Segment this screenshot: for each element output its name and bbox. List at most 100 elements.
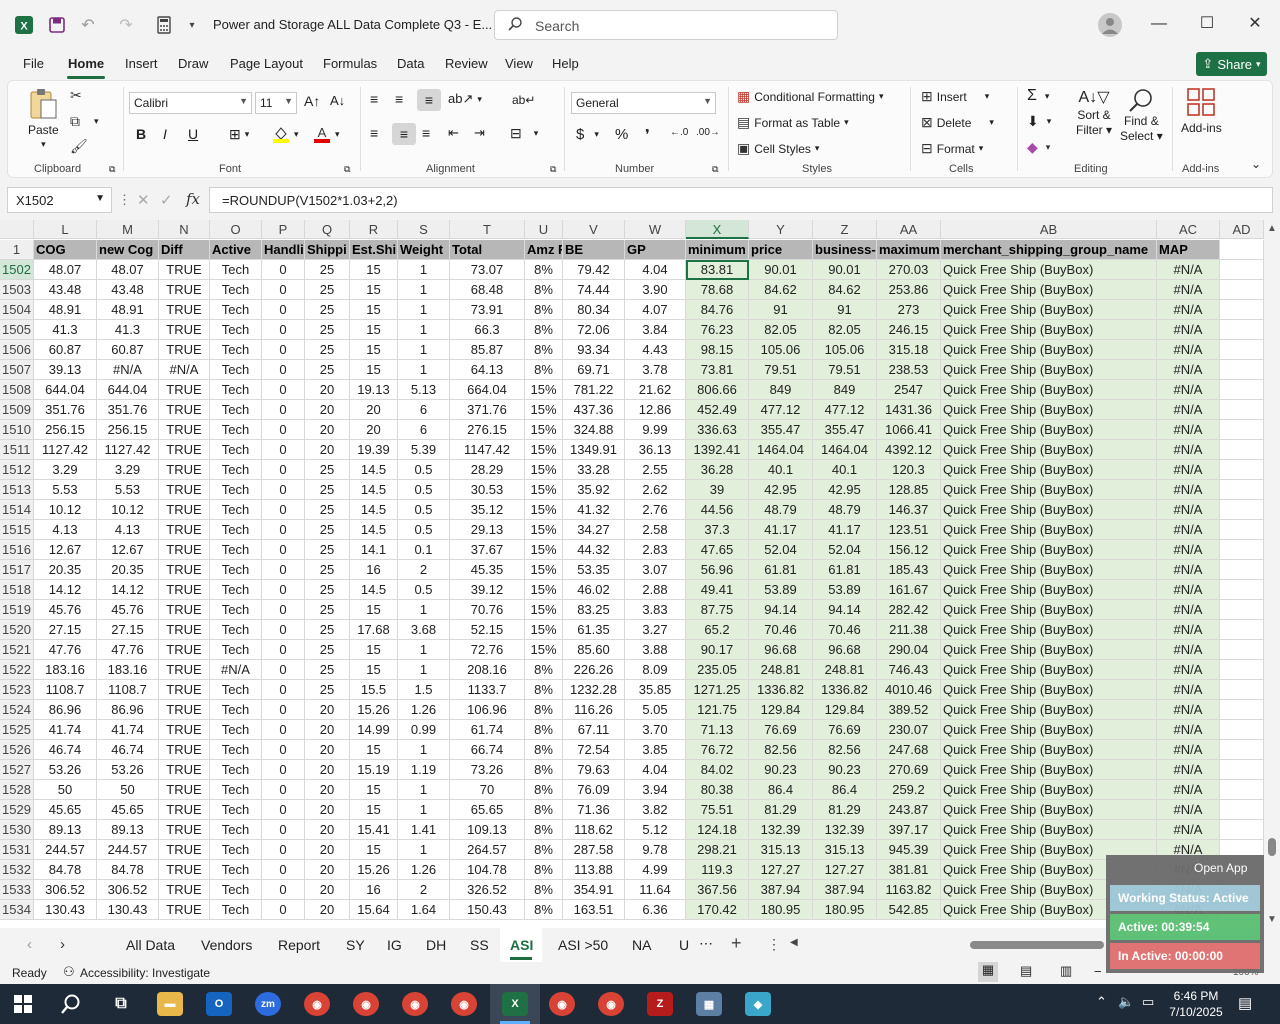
table-cell[interactable]: 15.64 [350,900,398,920]
copy-icon[interactable]: ⧉ ▾ [70,113,99,130]
row-header[interactable]: 1530 [0,820,34,840]
table-cell[interactable]: Tech [210,460,262,480]
table-cell[interactable]: 20 [350,400,398,420]
table-cell[interactable]: 19.39 [350,440,398,460]
table-cell[interactable] [1220,600,1264,620]
table-cell[interactable]: 129.84 [749,700,813,720]
table-cell[interactable]: 39 [686,480,749,500]
table-cell[interactable]: 71.13 [686,720,749,740]
table-cell[interactable]: 4.13 [34,520,97,540]
row-header[interactable]: 1516 [0,540,34,560]
table-cell[interactable]: 1 [398,280,450,300]
align-left-icon[interactable]: ≡ [370,125,378,141]
table-cell[interactable]: 0 [262,640,305,660]
table-cell[interactable]: 113.88 [563,860,625,880]
table-cell[interactable]: TRUE [159,500,210,520]
table-cell[interactable]: Tech [210,340,262,360]
sheet-tab-na[interactable]: NA [632,937,651,953]
sheet-tab-ss[interactable]: SS [470,937,489,953]
table-cell[interactable]: 20 [305,880,350,900]
orientation-icon[interactable]: ab↗ ▾ [448,91,482,107]
table-cell[interactable]: 52.15 [450,620,525,640]
table-cell[interactable]: #N/A [1157,540,1220,560]
table-cell[interactable]: 15.5 [350,680,398,700]
table-cell[interactable] [1220,560,1264,580]
row-header[interactable]: 1526 [0,740,34,760]
table-cell[interactable]: 79.42 [563,260,625,280]
table-cell[interactable]: 1232.28 [563,680,625,700]
table-cell[interactable]: 0 [262,880,305,900]
row-header[interactable]: 1508 [0,380,34,400]
table-cell[interactable]: Tech [210,720,262,740]
row-header[interactable]: 1531 [0,840,34,860]
table-cell[interactable]: 45.76 [97,600,159,620]
zoom-app-icon[interactable]: zm [255,992,281,1016]
table-cell[interactable]: 238.53 [877,360,941,380]
table-cell[interactable]: #N/A [159,360,210,380]
table-cell[interactable]: 37.3 [686,520,749,540]
table-cell[interactable]: 287.58 [563,840,625,860]
table-cell[interactable]: 1464.04 [749,440,813,460]
table-cell[interactable]: 0 [262,420,305,440]
table-cell[interactable]: #N/A [97,360,159,380]
table-cell[interactable]: 44.56 [686,500,749,520]
table-cell[interactable]: 15% [525,400,563,420]
table-cell[interactable]: 1336.82 [749,680,813,700]
table-cell[interactable]: 4.04 [625,260,686,280]
table-cell[interactable]: 16 [350,880,398,900]
table-cell[interactable]: 17.68 [350,620,398,640]
table-cell[interactable]: 282.42 [877,600,941,620]
table-cell[interactable]: 79.63 [563,760,625,780]
table-cell[interactable]: Tech [210,280,262,300]
table-cell[interactable]: 1108.7 [97,680,159,700]
table-cell[interactable]: 0.5 [398,460,450,480]
open-app-link[interactable]: Open App [1194,861,1247,875]
table-cell[interactable]: 25 [305,260,350,280]
table-cell[interactable]: #N/A [1157,440,1220,460]
table-cell[interactable]: 8.09 [625,660,686,680]
table-cell[interactable]: 72.76 [450,640,525,660]
table-cell[interactable]: 3.29 [34,460,97,480]
tab-review[interactable]: Review [445,56,488,71]
table-cell[interactable]: 121.75 [686,700,749,720]
table-cell[interactable]: 20 [305,800,350,820]
table-cell[interactable] [1220,800,1264,820]
table-cell[interactable]: 42.95 [749,480,813,500]
table-cell[interactable] [1220,380,1264,400]
table-cell[interactable]: 248.81 [749,660,813,680]
table-cell[interactable]: 0 [262,800,305,820]
table-cell[interactable]: Quick Free Ship (BuyBox) [941,460,1157,480]
table-cell[interactable]: 40.1 [749,460,813,480]
column-title-cell[interactable]: merchant_shipping_group_name [941,240,1157,260]
table-cell[interactable]: 170.42 [686,900,749,920]
table-cell[interactable]: 0 [262,520,305,540]
table-cell[interactable]: 53.89 [749,580,813,600]
tab-view[interactable]: View [505,56,533,71]
table-cell[interactable]: 45.65 [97,800,159,820]
table-cell[interactable]: TRUE [159,640,210,660]
table-cell[interactable]: 15 [350,600,398,620]
table-cell[interactable]: 25 [305,360,350,380]
table-cell[interactable]: 41.17 [813,520,877,540]
column-header-y[interactable]: Y [749,220,813,239]
row-header[interactable]: 1518 [0,580,34,600]
table-cell[interactable]: 0.5 [398,520,450,540]
notifications-icon[interactable]: ▤ [1238,994,1252,1012]
table-cell[interactable]: 61.74 [450,720,525,740]
table-cell[interactable]: #N/A [1157,620,1220,640]
column-header-l[interactable]: L [34,220,97,239]
table-cell[interactable]: 9.99 [625,420,686,440]
table-cell[interactable]: 5.39 [398,440,450,460]
table-cell[interactable]: TRUE [159,900,210,920]
table-cell[interactable]: 15% [525,380,563,400]
table-cell[interactable]: 15% [525,560,563,580]
dialog-launcher-icon[interactable]: ⧉ [550,164,556,175]
table-cell[interactable]: 15% [525,540,563,560]
table-cell[interactable]: 256.15 [34,420,97,440]
table-cell[interactable]: 25 [305,560,350,580]
table-cell[interactable]: #N/A [1157,420,1220,440]
table-cell[interactable]: 20 [305,760,350,780]
table-cell[interactable]: 0 [262,480,305,500]
table-cell[interactable]: TRUE [159,420,210,440]
network-icon[interactable]: ▭ [1142,994,1154,1010]
